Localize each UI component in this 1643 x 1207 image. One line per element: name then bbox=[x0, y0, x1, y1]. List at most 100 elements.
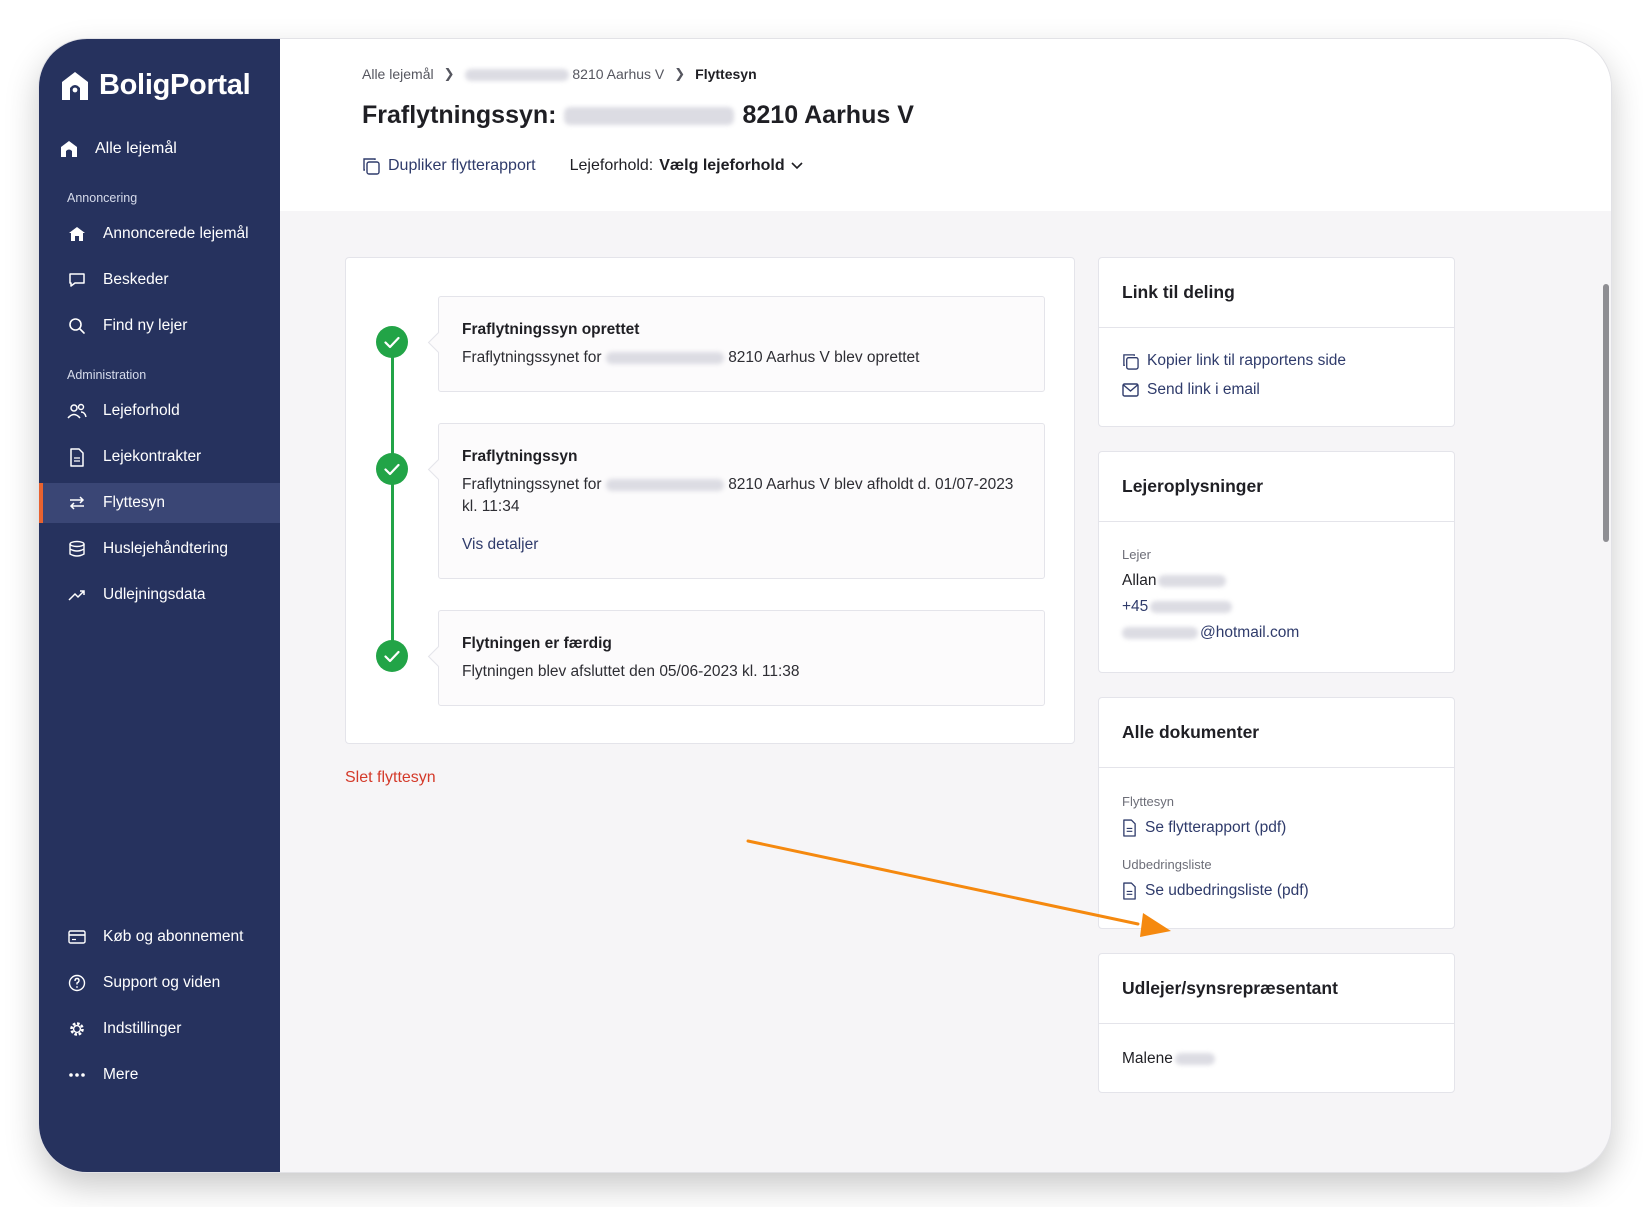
chat-bubble-icon bbox=[67, 270, 87, 290]
scrollbar[interactable] bbox=[1603, 284, 1609, 542]
sidebar-item-label: Køb og abonnement bbox=[103, 928, 244, 945]
sidebar-item-label: Mere bbox=[103, 1066, 139, 1083]
tenancy-value: Vælg lejeforhold bbox=[659, 157, 785, 174]
breadcrumb: Alle lejemål ❯ 8210 Aarhus V ❯ Flyttesyn bbox=[362, 66, 757, 82]
landlord-first-name: Malene bbox=[1122, 1050, 1173, 1067]
event-text-suffix: 8210 Aarhus V blev afholdt d. 01/07-2023 bbox=[728, 476, 1014, 493]
sidebar-item-flyttesyn[interactable]: Flyttesyn bbox=[39, 483, 280, 523]
check-circle-icon bbox=[376, 640, 408, 672]
event-text-prefix: Fraflytningssynet for bbox=[462, 476, 602, 493]
sidebar-item-tenancies[interactable]: Lejeforhold bbox=[39, 391, 280, 431]
trending-icon bbox=[67, 585, 87, 605]
redacted-address bbox=[605, 478, 724, 491]
sidebar-item-settings[interactable]: Indstillinger bbox=[39, 1009, 280, 1049]
sidebar-item-label: Lejekontrakter bbox=[103, 448, 202, 465]
sidebar-item-label: Udlejningsdata bbox=[103, 586, 206, 603]
more-dots-icon bbox=[67, 1065, 87, 1085]
timeline-line bbox=[391, 341, 394, 656]
tenancy-label: Lejeforhold: bbox=[569, 157, 654, 174]
view-repair-list-link[interactable]: Se udbedringsliste (pdf) bbox=[1122, 882, 1431, 900]
copy-link-button[interactable]: Kopier link til rapportens side bbox=[1122, 352, 1431, 370]
sidebar-item-all-properties[interactable]: Alle lejemål bbox=[39, 129, 280, 169]
tenant-first-name: Allan bbox=[1122, 572, 1157, 589]
breadcrumb-all-properties[interactable]: Alle lejemål bbox=[362, 66, 434, 82]
sidebar-item-messages[interactable]: Beskeder bbox=[39, 260, 280, 300]
timeline-event-completed: Flytningen er færdig Flytningen blev afs… bbox=[438, 610, 1045, 706]
sidebar-item-advertised-properties[interactable]: Annoncerede lejemål bbox=[39, 214, 280, 254]
tenant-email-suffix: @hotmail.com bbox=[1200, 624, 1300, 641]
view-details-link[interactable]: Vis detaljer bbox=[462, 536, 1021, 554]
breadcrumb-property[interactable]: 8210 Aarhus V bbox=[464, 66, 665, 82]
sidebar-item-label: Annoncerede lejemål bbox=[103, 225, 249, 242]
mail-icon bbox=[1122, 383, 1139, 397]
house-icon bbox=[67, 224, 87, 244]
page-title: Fraflytningssyn: 8210 Aarhus V bbox=[362, 101, 914, 130]
app-window: BoligPortal Alle lejemål Annoncering Ann… bbox=[39, 39, 1611, 1172]
tenancy-dropdown[interactable]: Lejeforhold: Vælg lejeforhold bbox=[570, 157, 803, 175]
tenant-email[interactable]: @hotmail.com bbox=[1122, 624, 1431, 642]
landlord-card: Udlejer/synsrepræsentant Malene bbox=[1098, 953, 1455, 1093]
copy-icon bbox=[363, 158, 380, 175]
event-text-suffix: 8210 Aarhus V blev oprettet bbox=[728, 349, 920, 366]
coins-icon bbox=[67, 539, 87, 559]
event-text: Flytningen blev afsluttet den 05/06-2023… bbox=[462, 663, 800, 680]
card-title: Link til deling bbox=[1099, 258, 1454, 328]
timeline-event-created: Fraflytningssyn oprettet Fraflytningssyn… bbox=[438, 296, 1045, 392]
event-title: Fraflytningssyn bbox=[462, 448, 578, 465]
send-email-link-button[interactable]: Send link i email bbox=[1122, 381, 1431, 399]
duplicate-report-label: Dupliker flytterapport bbox=[388, 157, 536, 174]
chevron-down-icon bbox=[791, 162, 803, 170]
sidebar-item-find-tenant[interactable]: Find ny lejer bbox=[39, 306, 280, 346]
copy-icon bbox=[1123, 353, 1139, 370]
swap-arrows-icon bbox=[67, 493, 87, 513]
sidebar-item-rental-data[interactable]: Udlejningsdata bbox=[39, 575, 280, 615]
breadcrumb-current: Flyttesyn bbox=[695, 66, 757, 82]
page-title-prefix: Fraflytningssyn: bbox=[362, 101, 557, 129]
view-move-report-label: Se flytterapport (pdf) bbox=[1145, 819, 1287, 836]
tenant-phone-prefix: +45 bbox=[1122, 598, 1149, 615]
timeline-card: Fraflytningssyn oprettet Fraflytningssyn… bbox=[345, 257, 1075, 744]
brand-logo[interactable]: BoligPortal bbox=[61, 69, 251, 102]
documents-card: Alle dokumenter Flyttesyn Se flytterappo… bbox=[1098, 697, 1455, 929]
credit-card-icon bbox=[67, 927, 87, 947]
redacted-surname bbox=[1174, 1053, 1215, 1065]
card-title: Alle dokumenter bbox=[1099, 698, 1454, 768]
sidebar-item-label: Support og viden bbox=[103, 974, 221, 991]
document-group-label: Flyttesyn bbox=[1122, 794, 1175, 809]
sidebar-section-advertising: Annoncering bbox=[67, 191, 138, 205]
sidebar-item-billing[interactable]: Køb og abonnement bbox=[39, 917, 280, 957]
view-move-report-link[interactable]: Se flytterapport (pdf) bbox=[1122, 819, 1431, 837]
sidebar-item-support[interactable]: Support og viden bbox=[39, 963, 280, 1003]
document-icon bbox=[1123, 882, 1136, 900]
sidebar-item-rent-management[interactable]: Huslejehåndtering bbox=[39, 529, 280, 569]
tenant-label: Lejer bbox=[1122, 547, 1151, 562]
redacted-address bbox=[464, 69, 569, 82]
sidebar-item-contracts[interactable]: Lejekontrakter bbox=[39, 437, 280, 477]
redacted-address bbox=[605, 351, 724, 364]
sidebar-item-label: Indstillinger bbox=[103, 1020, 182, 1037]
sidebar-item-label: Huslejehåndtering bbox=[103, 540, 228, 557]
share-link-card: Link til deling Kopier link til rapporte… bbox=[1098, 257, 1455, 427]
document-group-label: Udbedringsliste bbox=[1122, 857, 1212, 872]
sidebar-item-label: Beskeder bbox=[103, 271, 169, 288]
house-logo-icon bbox=[62, 71, 88, 100]
page-header: Alle lejemål ❯ 8210 Aarhus V ❯ Flyttesyn… bbox=[280, 39, 1611, 211]
breadcrumb-property-label: 8210 Aarhus V bbox=[572, 66, 665, 82]
view-repair-list-label: Se udbedringsliste (pdf) bbox=[1145, 882, 1309, 899]
sidebar-item-more[interactable]: Mere bbox=[39, 1055, 280, 1095]
delete-inspection-link[interactable]: Slet flyttesyn bbox=[345, 769, 436, 787]
event-text-prefix: Fraflytningssynet for bbox=[462, 349, 602, 366]
redacted-phone bbox=[1150, 601, 1233, 613]
event-text-time: kl. 11:34 bbox=[462, 498, 520, 515]
sidebar-item-label: Alle lejemål bbox=[95, 140, 177, 157]
help-circle-icon bbox=[67, 973, 87, 993]
brand-name: BoligPortal bbox=[99, 69, 251, 101]
timeline-event-inspection: Fraflytningssyn Fraflytningssynet for 82… bbox=[438, 423, 1045, 579]
tenant-phone[interactable]: +45 bbox=[1122, 598, 1431, 616]
sidebar-section-administration: Administration bbox=[67, 368, 147, 382]
check-circle-icon bbox=[376, 326, 408, 358]
card-title: Udlejer/synsrepræsentant bbox=[1099, 954, 1454, 1024]
sidebar-item-label: Lejeforhold bbox=[103, 402, 180, 419]
landlord-name: Malene bbox=[1122, 1050, 1431, 1068]
duplicate-report-button[interactable]: Dupliker flytterapport bbox=[362, 157, 536, 175]
